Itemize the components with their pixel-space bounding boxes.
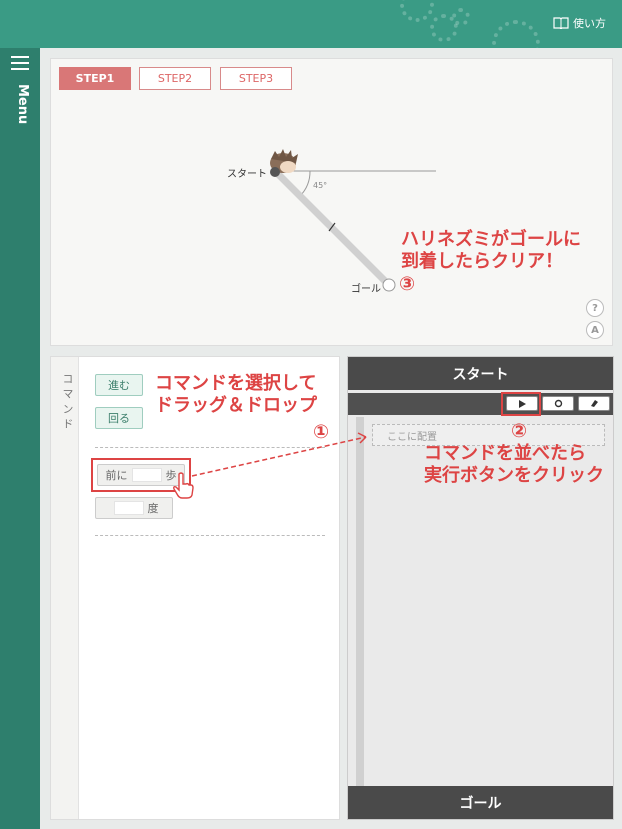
drag-arrow: [191, 432, 367, 477]
